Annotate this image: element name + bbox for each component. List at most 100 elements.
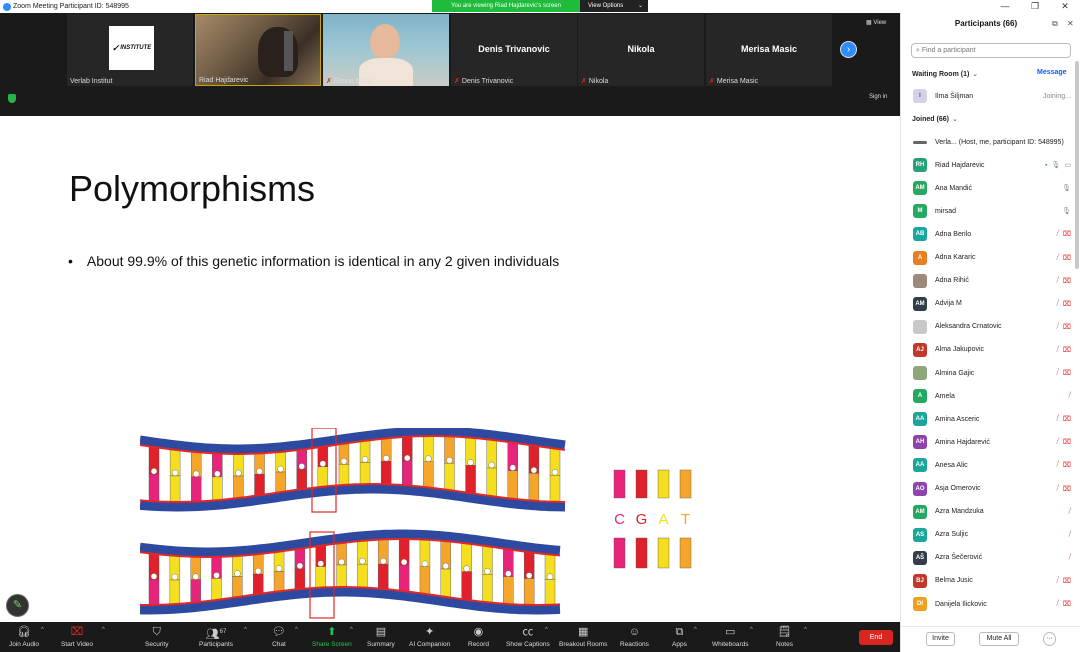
mic-muted-icon[interactable]: ⧸ xyxy=(1057,369,1059,377)
caret-up-icon[interactable]: ^ xyxy=(350,627,353,633)
caret-up-icon[interactable]: ^ xyxy=(41,627,44,633)
caret-up-icon[interactable]: ^ xyxy=(244,627,247,633)
notes-button[interactable]: 🗒︎ Notes xyxy=(776,625,793,648)
participant-row[interactable]: AH Amina Hajdarević ⧸ ⌧ xyxy=(913,434,1071,450)
breakout-rooms-button[interactable]: ▦ Breakout Rooms xyxy=(559,625,607,648)
video-tile[interactable]: Denis Trivanovic ✗ Denis Trivanovic xyxy=(451,14,577,86)
participant-row[interactable]: AŠ Azra Šečerović ⧸ xyxy=(913,550,1071,566)
participant-row[interactable]: A Amela ⧸ xyxy=(913,388,1071,404)
participant-row[interactable]: DI Danijela Ilickovic ⧸ ⌧ xyxy=(913,596,1071,612)
caret-up-icon[interactable]: ^ xyxy=(545,627,548,633)
participant-search-input[interactable]: ⌕ Find a participant xyxy=(911,43,1071,58)
video-tile[interactable]: Riad Hajdarevic xyxy=(195,14,321,86)
mic-muted-icon[interactable]: ⧸ xyxy=(1057,485,1059,493)
security-button[interactable]: ⛉ Security xyxy=(145,625,168,648)
mic-muted-icon[interactable]: ⧸ xyxy=(1069,531,1071,539)
video-off-icon[interactable]: ⌧ xyxy=(1063,438,1071,446)
mic-muted-icon[interactable]: ⧸ xyxy=(1069,508,1071,516)
mic-muted-icon[interactable]: ⧸ xyxy=(1069,554,1071,562)
mic-muted-icon[interactable]: ⧸ xyxy=(1057,300,1059,308)
caret-up-icon[interactable]: ^ xyxy=(102,627,105,633)
pop-out-icon[interactable]: ⧉ xyxy=(1052,19,1058,29)
sharing-screen-icon[interactable]: ▪ xyxy=(1045,162,1047,169)
participant-row[interactable]: Mmirsad 🎙︎ xyxy=(913,203,1071,219)
participant-row[interactable]: A Adna Kararic ⧸ ⌧ xyxy=(913,250,1071,266)
caret-up-icon[interactable]: ^ xyxy=(804,627,807,633)
participant-row[interactable]: Aleksandra Crnatovic ⧸ ⌧ xyxy=(913,319,1071,335)
reactions-button[interactable]: ☺ Reactions xyxy=(620,625,649,648)
video-tile[interactable]: Nikola ✗ Nikola xyxy=(578,14,704,86)
participant-row[interactable]: AJ Alma Jakupovic ⧸ ⌧ xyxy=(913,342,1071,358)
video-off-icon[interactable]: ⌧ xyxy=(1063,277,1071,285)
video-off-icon[interactable]: ⌧ xyxy=(1063,323,1071,331)
chat-button[interactable]: 💬︎ Chat xyxy=(272,625,286,648)
mic-muted-icon[interactable]: ⧸ xyxy=(1057,254,1059,262)
video-off-icon[interactable]: ⌧ xyxy=(1063,369,1071,377)
participant-row[interactable]: AA Anesa Alic ⧸ ⌧ xyxy=(913,457,1071,473)
message-link[interactable]: Message xyxy=(1037,69,1067,76)
summary-button[interactable]: ▤ Summary xyxy=(367,625,395,648)
participant-row[interactable]: AM Azra Mandzuka ⧸ xyxy=(913,504,1071,520)
view-options-button[interactable]: View Options ⌄ xyxy=(580,0,648,12)
next-page-button[interactable]: › xyxy=(840,41,857,58)
end-meeting-button[interactable]: End xyxy=(859,630,893,645)
mic-muted-icon[interactable]: ⧸ xyxy=(1057,277,1059,285)
participants-button[interactable]: 👥︎67 Participants xyxy=(199,625,233,648)
ai-companion-button[interactable]: ✦ AI Companion xyxy=(409,625,450,648)
participant-row[interactable]: AA Amina Asceric ⧸ ⌧ xyxy=(913,411,1071,427)
sign-in-link[interactable]: Sign in xyxy=(869,94,887,100)
mic-icon[interactable]: 🎙︎ xyxy=(1062,184,1071,192)
participant-row[interactable]: AM Advija M ⧸ ⌧ xyxy=(913,296,1071,312)
video-off-icon[interactable]: ⌧ xyxy=(1063,346,1071,354)
panel-scrollbar[interactable] xyxy=(1075,61,1079,269)
record-button[interactable]: ◉ Record xyxy=(468,625,489,648)
mic-icon[interactable]: 🎙︎ xyxy=(1051,161,1060,169)
mic-muted-icon[interactable]: ⧸ xyxy=(1057,461,1059,469)
share-screen-button[interactable]: ⬆ Share Screen xyxy=(312,625,352,648)
participant-row[interactable]: AO Asja Omerovic ⧸ ⌧ xyxy=(913,481,1071,497)
mic-muted-icon[interactable]: ⧸ xyxy=(1057,415,1059,423)
view-button[interactable]: ▦ View xyxy=(866,19,886,26)
apps-button[interactable]: ⧉ Apps xyxy=(672,625,687,648)
minimize-button[interactable]: — xyxy=(990,0,1020,13)
video-tile[interactable]: ✗ Emina Masic xyxy=(323,14,449,86)
caret-up-icon[interactable]: ^ xyxy=(295,627,298,633)
participant-row[interactable]: AB Adna Berilo ⧸ ⌧ xyxy=(913,226,1071,242)
mic-muted-icon[interactable]: ⧸ xyxy=(1057,230,1059,238)
video-off-icon[interactable]: ⌧ xyxy=(1063,415,1071,423)
mic-muted-icon[interactable]: ⧸ xyxy=(1057,346,1059,354)
mic-muted-icon[interactable]: ⧸ xyxy=(1057,323,1059,331)
more-options-button[interactable]: ··· xyxy=(1043,632,1056,646)
participant-row[interactable]: Verla... (Host, me, participant ID: 5489… xyxy=(913,134,1071,150)
caret-up-icon[interactable]: ^ xyxy=(750,627,753,633)
caret-up-icon[interactable]: ^ xyxy=(694,627,697,633)
participant-row[interactable]: BJ Belma Jusic ⧸ ⌧ xyxy=(913,573,1071,589)
video-tile[interactable]: Merisa Masic ✗ Merisa Masic xyxy=(706,14,832,86)
participant-row[interactable]: Almina Gajic ⧸ ⌧ xyxy=(913,365,1071,381)
start-video-button[interactable]: ⌧ Start Video xyxy=(61,625,93,648)
invite-button[interactable]: Invite xyxy=(926,632,955,646)
mic-icon[interactable]: 🎙︎ xyxy=(1062,207,1071,215)
whiteboards-button[interactable]: ▭ Whiteboards xyxy=(712,625,749,648)
mic-muted-icon[interactable]: ⧸ xyxy=(1057,600,1059,608)
mute-all-button[interactable]: Mute All xyxy=(979,632,1019,646)
participant-row[interactable]: AM Ana Mandić 🎙︎ xyxy=(913,180,1071,196)
show-captions-button[interactable]: ㏄ Show Captions xyxy=(506,625,550,648)
close-icon[interactable]: ✕ xyxy=(1067,19,1074,28)
participant-row[interactable]: RH Riad Hajdarevic ▪ 🎙︎ ▭ xyxy=(913,157,1071,173)
waiting-room-header[interactable]: Waiting Room (1) ⌄ xyxy=(912,70,978,78)
maximize-button[interactable]: ❐ xyxy=(1020,0,1050,13)
participant-row[interactable]: Adna Rihić ⧸ ⌧ xyxy=(913,273,1071,289)
mic-muted-icon[interactable]: ⧸ xyxy=(1069,392,1071,400)
video-off-icon[interactable]: ⌧ xyxy=(1063,254,1071,262)
video-tile[interactable]: ✓ INSTITUTE Verlab Institut xyxy=(67,14,193,86)
annotate-pen-button[interactable]: ✎ xyxy=(6,594,29,617)
close-button[interactable]: ✕ xyxy=(1050,0,1080,13)
video-off-icon[interactable]: ⌧ xyxy=(1063,461,1071,469)
video-off-icon[interactable]: ⌧ xyxy=(1063,485,1071,493)
video-off-icon[interactable]: ⌧ xyxy=(1063,300,1071,308)
encryption-shield-icon[interactable] xyxy=(8,94,16,103)
video-icon[interactable]: ▭ xyxy=(1064,161,1071,169)
video-off-icon[interactable]: ⌧ xyxy=(1063,600,1071,608)
waiting-participant-row[interactable]: I Ilma Šiljman Joining... xyxy=(913,88,1071,104)
